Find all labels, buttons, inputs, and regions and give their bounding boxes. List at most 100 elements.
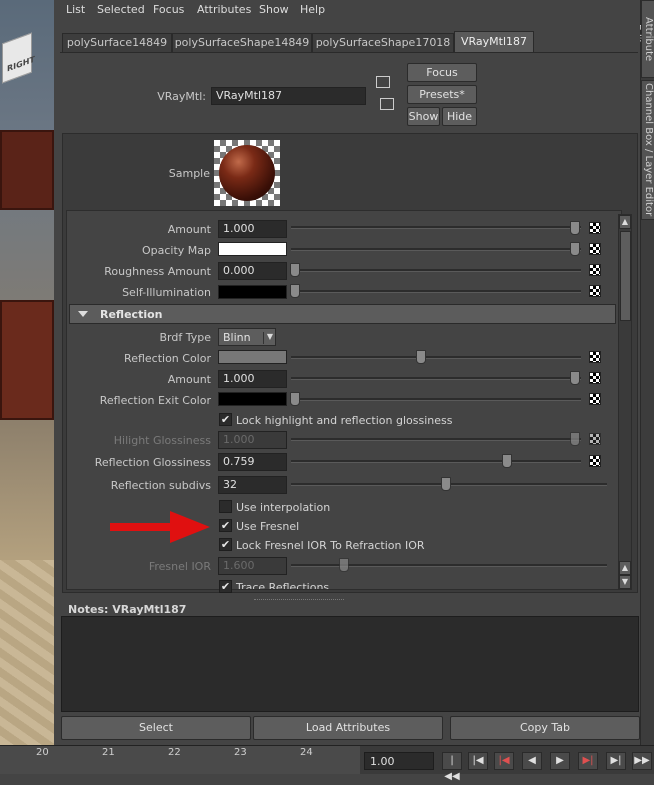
chevron-down-icon: ▼ (263, 332, 276, 344)
output-connection-icon[interactable] (380, 98, 394, 110)
step-back-key-icon[interactable]: |◀ (468, 752, 488, 770)
hilight-gloss-slider[interactable] (291, 438, 581, 441)
opacity-map-swatch[interactable] (218, 242, 287, 256)
sample-swatch[interactable] (214, 140, 280, 206)
reflection-amount-field[interactable]: 1.000 (218, 370, 287, 388)
fresnel-ior-slider-thumb[interactable] (339, 558, 349, 572)
opacity-map-slider[interactable] (291, 248, 581, 251)
amount-map-icon-top[interactable] (589, 222, 601, 234)
refl-gloss-map-icon[interactable] (589, 455, 601, 467)
attribute-scrollbar[interactable]: ▲ ▲ ▼ (618, 214, 632, 590)
menu-attributes[interactable]: Attributes (197, 3, 251, 16)
opacity-map-slider-thumb[interactable] (570, 242, 580, 256)
menu-selected[interactable]: Selected (97, 3, 145, 16)
menu-bar: List Selected Focus Attributes Show Help (54, 0, 640, 20)
reflection-color-label: Reflection Color (124, 352, 211, 365)
menu-help[interactable]: Help (300, 3, 325, 16)
scene-cabinet (0, 300, 54, 420)
brdf-type-dropdown[interactable]: Blinn ▼ (218, 328, 276, 346)
exit-color-map-icon[interactable] (589, 393, 601, 405)
prev-key-icon[interactable]: |◀ (494, 752, 514, 770)
tab-polysurfaceshape17018[interactable]: polySurfaceShape17018 (312, 33, 454, 52)
roughness-map-icon[interactable] (589, 264, 601, 276)
roughness-slider-thumb[interactable] (290, 263, 300, 277)
amount-slider-top[interactable] (291, 226, 581, 229)
self-illum-slider-thumb[interactable] (290, 284, 300, 298)
amount-label-top: Amount (167, 223, 211, 236)
refl-subdivs-slider-thumb[interactable] (441, 477, 451, 491)
use-fresnel-checkbox[interactable]: ✔ (219, 519, 232, 532)
copy-tab-button[interactable]: Copy Tab (450, 716, 640, 740)
menu-focus[interactable]: Focus (153, 3, 184, 16)
next-key-icon[interactable]: ▶| (578, 752, 598, 770)
go-to-start-icon[interactable]: |◀◀ (442, 752, 462, 782)
viewcube[interactable]: RIGHT (2, 32, 35, 84)
viewport-panel[interactable]: RIGHT (0, 0, 54, 745)
viewcube-label: RIGHT (7, 54, 35, 74)
notes-textarea[interactable] (61, 616, 639, 712)
use-fresnel-label: Use Fresnel (236, 520, 300, 533)
opacity-map-label: Opacity Map (141, 244, 211, 257)
reflection-color-swatch[interactable] (218, 350, 287, 364)
reflection-amount-slider[interactable] (291, 377, 581, 380)
exit-color-swatch[interactable] (218, 392, 287, 406)
reflection-amount-slider-thumb[interactable] (570, 371, 580, 385)
hilight-gloss-map-icon[interactable] (589, 433, 601, 445)
use-interpolation-checkbox[interactable] (219, 500, 232, 513)
select-button[interactable]: Select (61, 716, 251, 740)
splitter-handle[interactable] (254, 599, 344, 602)
load-attributes-button[interactable]: Load Attributes (253, 716, 443, 740)
exit-color-slider[interactable] (291, 398, 581, 401)
reflection-section-header[interactable]: Reflection (69, 304, 616, 324)
reflection-amount-map-icon[interactable] (589, 372, 601, 384)
presets-button[interactable]: Presets* (407, 85, 477, 104)
reflection-color-slider-thumb[interactable] (416, 350, 426, 364)
step-back-frame-icon[interactable]: ◀ (522, 752, 542, 770)
hilight-gloss-slider-thumb[interactable] (570, 432, 580, 446)
tab-polysurfaceshape14849[interactable]: polySurfaceShape14849 (172, 33, 312, 52)
menu-list[interactable]: List (66, 3, 85, 16)
input-connection-icon[interactable] (376, 76, 390, 88)
scroll-down-icon[interactable]: ▼ (619, 575, 631, 589)
reflection-color-map-icon[interactable] (589, 351, 601, 363)
refl-gloss-slider-thumb[interactable] (502, 454, 512, 468)
refl-gloss-slider[interactable] (291, 460, 581, 463)
scroll-up-icon-lower[interactable]: ▲ (619, 561, 631, 575)
current-frame-field[interactable]: 1.00 (364, 752, 434, 770)
step-forward-key-icon[interactable]: ▶| (606, 752, 626, 770)
hilight-gloss-field[interactable]: 1.000 (218, 431, 287, 449)
self-illum-swatch[interactable] (218, 285, 287, 299)
show-button[interactable]: Show (407, 107, 440, 126)
amount-field-top[interactable]: 1.000 (218, 220, 287, 238)
exit-color-slider-thumb[interactable] (290, 392, 300, 406)
scroll-up-icon[interactable]: ▲ (619, 215, 631, 229)
tab-channel-box[interactable]: Channel Box / Layer Editor (641, 80, 654, 220)
hide-button[interactable]: Hide (442, 107, 477, 126)
lock-fresnel-checkbox[interactable]: ✔ (219, 538, 232, 551)
tab-attribute-editor[interactable]: Attribute Editor (631, 0, 654, 78)
tab-polysurface14849[interactable]: polySurface14849 (62, 33, 172, 52)
refl-subdivs-field[interactable]: 32 (218, 476, 287, 494)
opacity-map-icon[interactable] (589, 243, 601, 255)
timeline-tick: 21 (102, 747, 115, 758)
roughness-field[interactable]: 0.000 (218, 262, 287, 280)
timeline-tick: 24 (300, 747, 313, 758)
focus-button[interactable]: Focus (407, 63, 477, 82)
menu-show[interactable]: Show (259, 3, 289, 16)
amount-slider-thumb-top[interactable] (570, 221, 580, 235)
lock-highlight-checkbox[interactable]: ✔ (219, 413, 232, 426)
tab-vraymtl187[interactable]: VRayMtl187 (454, 31, 534, 52)
scrollbar-thumb[interactable] (620, 231, 631, 321)
node-name-field[interactable]: VRayMtl187 (211, 87, 366, 105)
play-forward-icon[interactable]: ▶ (550, 752, 570, 770)
self-illum-slider[interactable] (291, 290, 581, 293)
fresnel-ior-field[interactable]: 1.600 (218, 557, 287, 575)
self-illum-map-icon[interactable] (589, 285, 601, 297)
collapse-triangle-icon[interactable] (78, 311, 88, 317)
trace-reflections-checkbox[interactable]: ✔ (219, 580, 232, 593)
red-arrow-annotation (110, 511, 210, 543)
go-to-end-icon[interactable]: ▶▶ (632, 752, 652, 770)
roughness-slider[interactable] (291, 269, 581, 272)
reflection-color-slider[interactable] (291, 356, 581, 359)
refl-gloss-field[interactable]: 0.759 (218, 453, 287, 471)
